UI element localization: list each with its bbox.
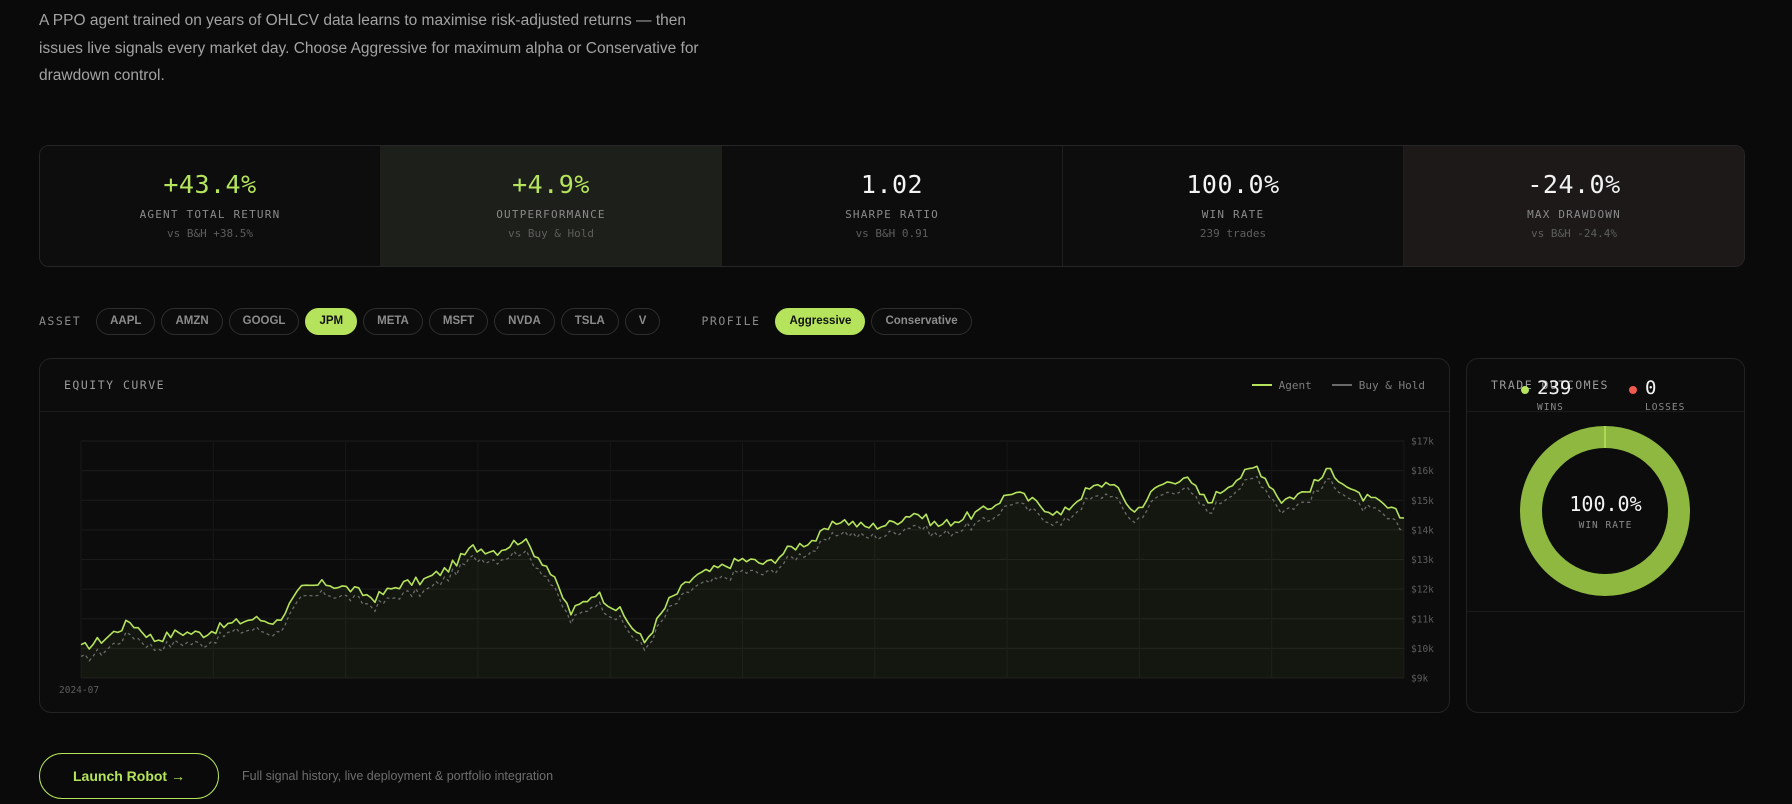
stat-label: AGENT TOTAL RETURN — [139, 208, 281, 221]
stat-label: WIN RATE — [1201, 208, 1265, 221]
asset-chip-googl[interactable]: GOOGL — [228, 307, 300, 335]
donut-win-rate: 100.0% — [1569, 492, 1642, 516]
asset-chip-amzn[interactable]: AMZN — [161, 307, 223, 335]
stat-label: SHARPE RATIO — [845, 208, 939, 221]
equity-panel-header: EQUITY CURVE Agent Buy & Hold — [40, 359, 1449, 412]
asset-chip-tsla[interactable]: TSLA — [560, 307, 619, 335]
y-tick-label: $12k — [1411, 585, 1434, 596]
selectors-row: ASSET AAPL AMZN GOOGL JPM META MSFT NVDA… — [39, 307, 978, 335]
stat-max-drawdown: -24.0% MAX DRAWDOWN vs B&H -24.4% — [1404, 146, 1744, 266]
wins-label: WINS — [1537, 402, 1564, 413]
wins-stat: 239 WINS — [1521, 377, 1571, 413]
profile-label: PROFILE — [701, 314, 761, 328]
stat-win-rate: 100.0% WIN RATE 239 trades — [1063, 146, 1404, 266]
donut-area: 100.0% WIN RATE — [1467, 412, 1744, 612]
x-start-label: 2024-07 — [59, 685, 99, 696]
stat-label: MAX DRAWDOWN — [1527, 208, 1621, 221]
stat-value: +43.4% — [163, 170, 257, 199]
y-tick-label: $15k — [1411, 496, 1434, 507]
profile-chip-conservative[interactable]: Conservative — [871, 307, 972, 335]
asset-label: ASSET — [39, 314, 82, 328]
asset-chip-aapl[interactable]: AAPL — [96, 307, 156, 335]
stat-value: 100.0% — [1186, 170, 1280, 199]
stats-bar: +43.4% AGENT TOTAL RETURN vs B&H +38.5% … — [39, 145, 1745, 267]
y-tick-label: $16k — [1411, 466, 1434, 477]
y-tick-label: $9k — [1411, 674, 1428, 685]
stat-sub: vs B&H 0.91 — [855, 227, 929, 240]
stat-sub: vs B&H -24.4% — [1530, 227, 1618, 240]
asset-chip-msft[interactable]: MSFT — [428, 307, 489, 335]
loss-dot-icon — [1629, 386, 1637, 394]
stat-value: +4.9% — [512, 170, 590, 199]
y-tick-label: $14k — [1411, 525, 1434, 536]
trade-outcomes-panel: TRADE OUTCOMES 100.0% WIN RATE 239 WINS … — [1466, 358, 1745, 713]
outcomes-panel-header: TRADE OUTCOMES — [1467, 359, 1744, 412]
stat-value: -24.0% — [1527, 170, 1621, 199]
stat-sub: 239 trades — [1199, 227, 1267, 240]
y-tick-label: $10k — [1411, 644, 1434, 655]
stat-sub: vs Buy & Hold — [507, 227, 595, 240]
stat-value: 1.02 — [860, 170, 924, 199]
y-tick-label: $17k — [1411, 437, 1434, 448]
legend-agent: Agent — [1251, 378, 1312, 392]
launch-robot-button[interactable]: Launch Robot → — [39, 753, 219, 799]
legend-buy-hold: Buy & Hold — [1331, 378, 1425, 392]
legend-bh-label: Buy & Hold — [1358, 378, 1425, 392]
wins-count: 239 — [1537, 377, 1572, 399]
asset-chip-nvda[interactable]: NVDA — [494, 307, 555, 335]
legend-agent-swatch — [1251, 384, 1272, 386]
equity-curve-panel: EQUITY CURVE Agent Buy & Hold $9k $10k $11… — [39, 358, 1450, 713]
losses-count: 0 — [1645, 377, 1657, 399]
asset-chip-meta[interactable]: META — [363, 307, 423, 335]
legend-agent-label: Agent — [1278, 378, 1312, 392]
equity-chart: $9k $10k $11k $12k $13k $14k $15k $16k $17k 2024-… — [59, 437, 1434, 697]
legend-bh-swatch — [1331, 384, 1352, 386]
donut-win-rate-label: WIN RATE — [1578, 520, 1633, 531]
stat-agent-total-return: +43.4% AGENT TOTAL RETURN vs B&H +38.5% — [40, 146, 381, 266]
losses-label: LOSSES — [1645, 402, 1686, 413]
stat-sub: vs B&H +38.5% — [166, 227, 254, 240]
donut-center: 100.0% WIN RATE — [1467, 492, 1744, 531]
stat-label: OUTPERFORMANCE — [496, 208, 606, 221]
launch-note: Full signal history, live deployment & p… — [242, 769, 554, 783]
y-tick-label: $13k — [1411, 555, 1434, 566]
profile-chip-aggressive[interactable]: Aggressive — [775, 307, 866, 335]
asset-chip-v[interactable]: V — [624, 307, 661, 335]
asset-chip-jpm[interactable]: JPM — [305, 307, 358, 335]
win-dot-icon — [1521, 386, 1529, 394]
chart-legend: Agent Buy & Hold — [1232, 379, 1425, 392]
stat-outperformance: +4.9% OUTPERFORMANCE vs Buy & Hold — [381, 146, 722, 266]
stat-sharpe-ratio: 1.02 SHARPE RATIO vs B&H 0.91 — [722, 146, 1063, 266]
losses-stat: 0 LOSSES — [1629, 377, 1685, 413]
intro-text: A PPO agent trained on years of OHLCV da… — [39, 12, 699, 84]
y-tick-label: $11k — [1411, 614, 1434, 625]
equity-panel-title: EQUITY CURVE — [64, 378, 166, 392]
